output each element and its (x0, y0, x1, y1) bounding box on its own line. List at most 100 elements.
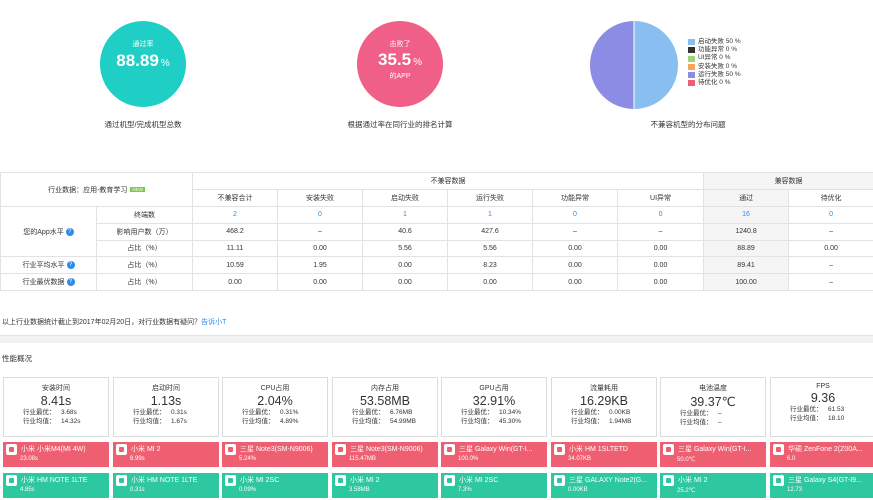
table-row: 占比（%） 11.11 0.00 5.56 5.56 0.00 0.00 88.… (1, 239, 873, 258)
help-icon[interactable]: ? (66, 278, 75, 287)
table-cell: 0.00 (616, 239, 705, 258)
thumbs-up-icon (335, 475, 346, 486)
best-device[interactable]: 小米 HM NOTE 1LTE 4.85s (3, 473, 109, 498)
table-cell: 0.00 (192, 273, 278, 291)
best-device-name: 小米 MI 2SC (240, 477, 280, 484)
industry-best-key: 行业最优： (23, 409, 56, 416)
perf-metric-value: 32.91% (472, 394, 516, 408)
best-device-value: 25.2℃ (677, 488, 696, 494)
worst-device[interactable]: 三星 Note3(SM-N9006) 5.24% (222, 442, 328, 467)
col-header: 功能异常 (532, 189, 618, 207)
worst-device[interactable]: 华硕 ZenFone 2(Z00A... 6.0 (770, 442, 873, 467)
best-device-value: 0.00KB (568, 487, 588, 493)
industry-best-value: – (718, 410, 722, 417)
industry-avg-value: 1.94MB (609, 418, 632, 425)
perf-card: 流量耗用 16.29KB 行业最优： 0.00KB 行业均值： 1.94MB (551, 377, 657, 437)
table-cell: 11.11 (192, 239, 278, 258)
legend-item: UI异常 0 % (688, 54, 741, 62)
industry-avg-value: 4.89% (280, 418, 299, 425)
best-device-name: 三星 Galaxy S4(GT-I9... (788, 477, 862, 484)
worst-device[interactable]: 小米 HM 1SLTETD 34.07KB (551, 442, 657, 467)
worst-device[interactable]: 三星 Galaxy Win(GT-I... 100.0% (441, 442, 547, 467)
help-icon[interactable]: ? (65, 227, 74, 236)
thumbs-up-icon (554, 475, 565, 486)
compat-data-table: 行业数据：应用-教育学习 NEW 不兼容数据 兼容数据 不兼容合计 安装失败 启动… (0, 172, 873, 291)
worst-device-value: 100.0% (458, 456, 479, 462)
row-label: 占比（%） (96, 239, 193, 258)
industry-best-value: 6.76MB (390, 409, 413, 416)
beat-rate-value: 35.5 (378, 50, 412, 69)
table-cell: – (277, 222, 363, 241)
worst-device-value: 23.08s (20, 456, 39, 462)
perf-card: GPU占用 32.91% 行业最优： 10.34% 行业均值： 45.30% (441, 377, 547, 437)
industry-avg-value: 54.99MB (390, 418, 417, 425)
table-cell-link[interactable]: 1 (362, 206, 448, 224)
legend-item: 运行失败 50 % (688, 71, 741, 79)
legend-item: 启动失败 50 % (688, 38, 741, 46)
help-icon[interactable]: ? (66, 261, 75, 270)
legend-label: UI异常 0 % (698, 54, 731, 62)
row-label: 占比（%） (96, 256, 193, 275)
best-device[interactable]: 小米 MI 2 3.58MB (332, 473, 438, 498)
table-cell-link[interactable]: 0 (616, 206, 705, 224)
worst-device[interactable]: 三星 Note3(SM-N9006) 115.47MB (332, 442, 438, 467)
best-device[interactable]: 小米 MI 2 25.2℃ (660, 473, 766, 498)
worst-device[interactable]: 三星 Galaxy Win(GT-I... 50.0℃ (660, 442, 766, 467)
worst-device-value: 50.0℃ (677, 457, 696, 463)
pie-legend: 启动失败 50 % 功能异常 0 % UI异常 0 % 安装失败 0 % 运行失败 50… (688, 38, 741, 87)
my-app-label-cell: 您的App水平? (0, 205, 97, 258)
best-device-value: 0.31s (130, 487, 145, 493)
table-cell-link[interactable]: 2 (192, 206, 278, 224)
row-label: 影响用户数（万） (96, 222, 193, 241)
table-cell: 0.00 (532, 256, 618, 275)
thumbs-up-icon (225, 475, 236, 486)
perf-metric-name: 内存占用 (371, 385, 399, 392)
perf-card: CPU占用 2.04% 行业最优： 0.31% 行业均值： 4.89% (222, 377, 328, 437)
best-device-name: 小米 HM NOTE 1LTE (21, 477, 88, 484)
industry-data-note: 以上行业数据统计截止到2017年02月20日，对行业数据有疑问？告诉小T (2, 317, 226, 327)
table-cell: – (616, 222, 705, 241)
table-cell-link[interactable]: 0 (277, 206, 363, 224)
industry-best-key: 行业最优： (461, 409, 494, 416)
best-device-name: 小米 MI 2 (678, 477, 708, 484)
table-cell-link[interactable]: 0 (788, 206, 873, 224)
worst-device-value: 34.07KB (568, 456, 592, 462)
industry-avg-key: 行业均值： (242, 418, 275, 425)
table-cell: 0.00 (277, 273, 363, 291)
table-cell-link[interactable]: 1 (447, 206, 533, 224)
feedback-link[interactable]: 告诉小T (201, 319, 226, 326)
legend-item: 安装失败 0 % (688, 63, 741, 71)
worst-device[interactable]: 小米 小米M4(MI 4W) 23.08s (3, 442, 109, 467)
table-cell-link[interactable]: 0 (532, 206, 618, 224)
thumbs-up-icon (444, 475, 455, 486)
note-text: 以上行业数据统计截止到2017年02月20日，对行业数据有疑问？ (2, 319, 202, 326)
industry-best-key: 行业最优： (571, 409, 604, 416)
best-device[interactable]: 三星 GALAXY Note2(G... 0.00KB (551, 473, 657, 498)
worst-device[interactable]: 小米 MI 2 8.99s (113, 442, 219, 467)
table-cell-link[interactable]: 16 (703, 206, 790, 224)
col-header: 启动失败 (362, 189, 448, 207)
industry-avg-value: 18.10 (828, 415, 845, 422)
pass-rate-value: 88.89 (116, 51, 159, 70)
best-device[interactable]: 三星 Galaxy S4(GT-I9... 12.73 (770, 473, 873, 498)
legend-swatch (688, 71, 695, 78)
pie-caption: 不兼容机型的分布问题 (650, 120, 726, 129)
best-device[interactable]: 小米 MI 2SC 7.3% (441, 473, 547, 498)
perf-card: 内存占用 53.58MB 行业最优： 6.76MB 行业均值： 54.99MB (332, 377, 438, 437)
industry-avg-label-cell: 行业平均水平? (0, 256, 97, 275)
best-device-name: 三星 GALAXY Note2(G... (569, 477, 648, 484)
industry-avg-key: 行业均值： (352, 418, 385, 425)
industry-avg-key: 行业均值： (461, 418, 494, 425)
best-device-name: 小米 HM NOTE 1LTE (131, 477, 198, 484)
table-cell: 0.00 (277, 239, 363, 258)
industry-best-value: 3.68s (61, 409, 77, 416)
table-cell: 0.00 (616, 273, 705, 291)
perf-metric-name: 启动时间 (152, 385, 180, 392)
best-device[interactable]: 小米 MI 2SC 0.09% (222, 473, 328, 498)
legend-item: 待优化 0 % (688, 79, 741, 87)
best-device[interactable]: 小米 HM NOTE 1LTE 0.31s (113, 473, 219, 498)
pass-rate-unit: % (160, 58, 170, 69)
thumbs-up-icon (773, 475, 784, 486)
table-cell: 88.89 (703, 239, 790, 258)
legend-label: 安装失败 0 % (698, 62, 738, 70)
